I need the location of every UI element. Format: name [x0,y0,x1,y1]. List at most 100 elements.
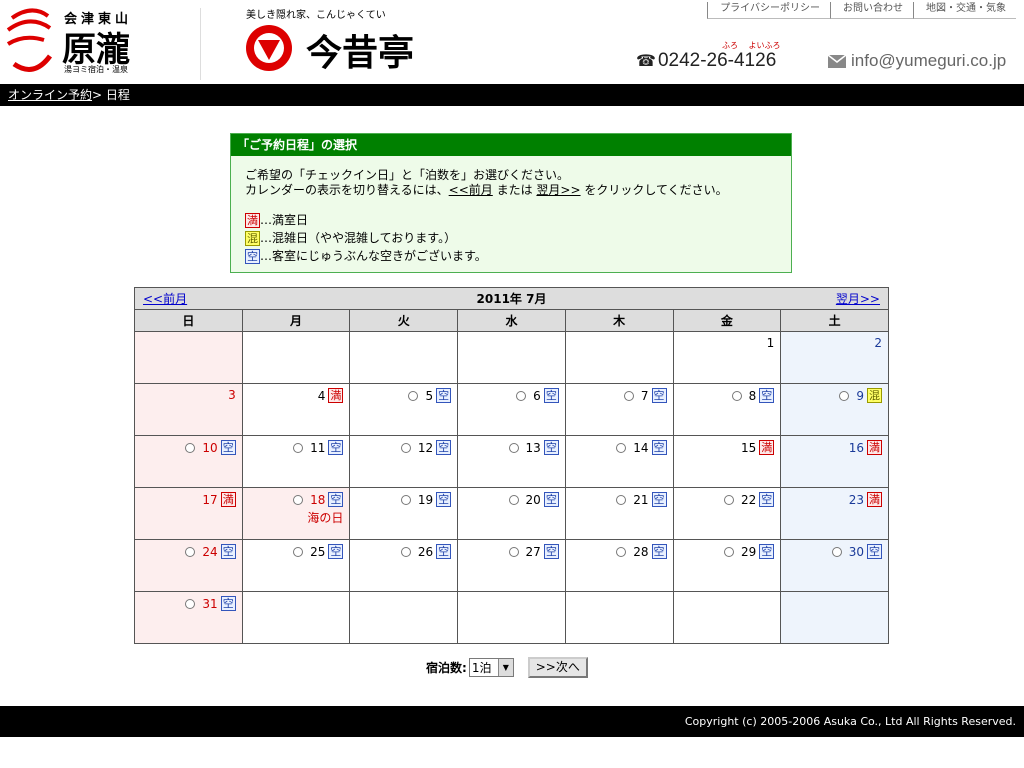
nights-select[interactable]: 1泊 ▼ [468,658,514,677]
checkin-radio[interactable] [400,494,411,505]
calendar-day-cell[interactable]: 6空 [457,383,566,436]
next-button[interactable]: >>次へ [527,657,588,678]
day-number: 9 [856,388,864,403]
checkin-radio[interactable] [731,390,742,401]
calendar-day-cell [241,331,351,384]
day-number: 5 [425,388,434,403]
day-number: 20 [525,492,541,507]
logo2-text: 今昔亭 [306,32,415,74]
weekday-header: 水 [457,309,566,332]
checkin-radio[interactable] [516,390,527,401]
phone-number: ☎ 0242-26-4126 [636,50,776,72]
konjakutei-logo[interactable]: 今昔亭 [244,6,444,76]
calendar-week-row: 34満5空6空7空8空9混 [134,383,889,436]
day-number: 3 [228,388,236,402]
day-number: 28 [633,544,649,559]
next-month-link[interactable]: 翌月>> [836,290,880,307]
day-number: 13 [525,440,541,455]
calendar-day-cell[interactable]: 26 空 [349,539,459,592]
calendar-day-cell[interactable]: 5空 [349,383,459,436]
checkin-radio[interactable] [839,390,850,401]
calendar-day-cell[interactable]: 29 空 [672,539,782,592]
calendar-day-cell[interactable]: 9混 [780,383,889,436]
busy-badge-icon: 混 [867,388,882,403]
chevron-down-icon[interactable]: ▼ [497,659,513,676]
free-badge-icon: 空 [436,388,452,403]
top-nav: プライバシーポリシー お問い合わせ 地図・交通・気象 [707,2,1016,19]
checkin-radio[interactable] [508,546,519,557]
busy-badge-icon: 混 [245,230,260,246]
day-number: 18 [310,492,326,507]
checkin-radio[interactable] [623,390,634,401]
free-badge-icon: 空 [759,492,775,507]
calendar-day-cell: 17 満 [134,487,243,540]
checkin-radio[interactable] [185,546,196,557]
calendar-day-cell [457,331,566,384]
calendar-day-cell[interactable]: 31 空 [134,591,243,644]
checkin-radio[interactable] [616,442,627,453]
calendar-day-cell[interactable]: 8空 [672,383,782,436]
free-badge-icon: 空 [651,544,667,559]
day-number: 17 [202,492,218,507]
prev-month-link[interactable]: <<前月 [143,290,187,307]
map-access-link[interactable]: 地図・交通・気象 [913,2,1016,19]
free-badge-icon: 空 [651,492,667,507]
checkin-radio[interactable] [185,442,196,453]
calendar-day-cell[interactable]: 18 空海の日 [241,487,351,540]
calendar-day-cell[interactable]: 21 空 [564,487,674,540]
checkin-radio[interactable] [616,494,627,505]
email-address[interactable]: info@yumeguri.co.jp [828,51,1006,71]
checkin-radio[interactable] [400,442,411,453]
calendar-day-cell[interactable]: 20 空 [457,487,566,540]
calendar-day-cell [672,591,782,644]
full-badge-icon: 満 [759,440,775,455]
calendar-day-cell[interactable]: 12 空 [349,435,459,488]
checkin-radio[interactable] [293,442,304,453]
calendar-day-cell [349,591,459,644]
calendar-day-cell[interactable]: 27 空 [457,539,566,592]
checkin-radio[interactable] [408,390,419,401]
instruction-prev-month-link[interactable]: <<前月 [449,183,493,197]
calendar-day-cell[interactable]: 14 空 [564,435,674,488]
day-number: 2 [874,336,882,350]
checkin-radio[interactable] [831,546,842,557]
email-text: info@yumeguri.co.jp [851,51,1007,70]
booking-controls: 宿泊数: 1泊 ▼ >>次へ [426,657,588,678]
calendar-day-cell[interactable]: 7空 [564,383,674,436]
free-badge-icon: 空 [543,440,559,455]
calendar-day-cell[interactable]: 28 空 [564,539,674,592]
contact-link[interactable]: お問い合わせ [830,2,913,19]
legend-busy-text: …混雑日（やや混雑しております。） [260,230,457,245]
free-badge-icon: 空 [543,492,559,507]
calendar-day-cell[interactable]: 24 空 [134,539,243,592]
harataki-logo[interactable]: 会津東山 原瀧 湯ヨミ宿泊・温泉 [4,4,158,78]
free-badge-icon: 空 [436,440,452,455]
instruction-next-month-link[interactable]: 翌月>> [536,183,580,197]
booking-calendar: <<前月 2011年 7月 翌月>> 日月火水木金土 1234満5空6空7空8空… [134,287,889,644]
checkin-radio[interactable] [293,494,304,505]
checkin-radio[interactable] [616,546,627,557]
breadcrumb-online-booking-link[interactable]: オンライン予約 [8,88,92,102]
calendar-day-cell[interactable]: 25 空 [241,539,351,592]
copyright-text: Copyright (c) 2005-2006 Asuka Co., Ltd A… [684,715,1016,728]
calendar-day-cell[interactable]: 10 空 [134,435,243,488]
checkin-radio[interactable] [185,598,196,609]
checkin-radio[interactable] [723,546,734,557]
checkin-radio[interactable] [508,442,519,453]
checkin-radio[interactable] [400,546,411,557]
calendar-day-cell[interactable]: 13 空 [457,435,566,488]
checkin-radio[interactable] [508,494,519,505]
checkin-radio[interactable] [293,546,304,557]
calendar-day-cell [457,591,566,644]
calendar-day-cell[interactable]: 19 空 [349,487,459,540]
free-badge-icon: 空 [220,544,236,559]
calendar-day-cell[interactable]: 30 空 [780,539,889,592]
checkin-radio[interactable] [723,494,734,505]
day-number: 15 [740,440,757,455]
calendar-day-cell: 3 [134,383,243,436]
privacy-policy-link[interactable]: プライバシーポリシー [707,2,830,19]
calendar-day-cell[interactable]: 22 空 [672,487,782,540]
weekday-header: 金 [672,309,782,332]
day-number: 12 [417,440,434,455]
calendar-day-cell[interactable]: 11 空 [241,435,351,488]
